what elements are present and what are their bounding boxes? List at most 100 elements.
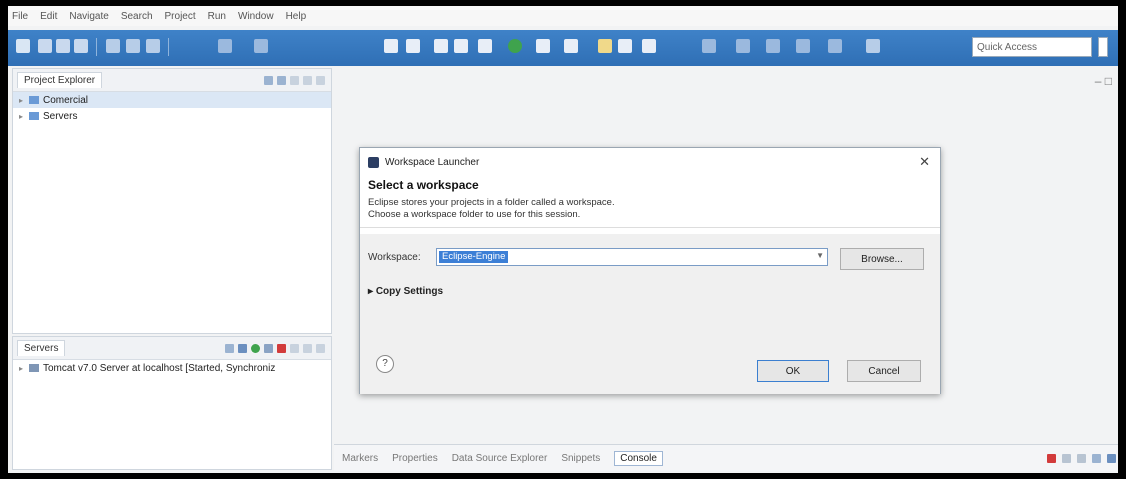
chevron-down-icon[interactable]: ▼ <box>816 251 824 260</box>
nav-back-icon[interactable] <box>218 39 232 53</box>
help-icon[interactable]: ? <box>376 355 394 373</box>
workspace-combo[interactable]: Eclipse-Engine ▼ <box>436 248 828 266</box>
servers-toolbar <box>225 343 331 353</box>
back-icon[interactable] <box>796 39 810 53</box>
server-item[interactable]: ▸ Tomcat v7.0 Server at localhost [Start… <box>13 360 331 376</box>
menu-window[interactable]: Window <box>238 11 274 22</box>
tab-data-source-explorer[interactable]: Data Source Explorer <box>452 453 548 464</box>
quick-access-field[interactable]: Quick Access <box>972 37 1092 57</box>
dialog-description-2: Choose a workspace folder to use for thi… <box>368 209 581 220</box>
maximize-icon[interactable] <box>316 75 325 85</box>
start-server-icon[interactable] <box>251 343 260 353</box>
step-icon[interactable] <box>454 39 468 53</box>
eclipse-logo-icon <box>368 156 379 168</box>
skip-icon[interactable] <box>406 39 420 53</box>
open-folder-icon[interactable] <box>598 39 612 53</box>
tree-item-comercial[interactable]: ▸ Comercial <box>13 92 331 108</box>
link-editor-icon[interactable] <box>277 75 286 85</box>
stop-server-icon[interactable] <box>277 343 286 353</box>
prev-edit-icon[interactable] <box>736 39 750 53</box>
search-icon[interactable] <box>146 39 160 53</box>
dialog-heading: Select a workspace <box>368 178 479 192</box>
browse-button[interactable]: Browse... <box>840 248 924 270</box>
tab-markers[interactable]: Markers <box>342 453 378 464</box>
minimize-icon[interactable] <box>303 75 312 85</box>
menu-bar: File Edit Navigate Search Project Run Wi… <box>8 6 1118 26</box>
menu-run[interactable]: Run <box>208 11 226 22</box>
publish-icon[interactable] <box>290 343 299 353</box>
eclipse-window: File Edit Navigate Search Project Run Wi… <box>8 6 1118 473</box>
pin-icon[interactable] <box>642 39 656 53</box>
debug-run-icon[interactable] <box>478 39 492 53</box>
tab-snippets[interactable]: Snippets <box>561 453 600 464</box>
tab-properties[interactable]: Properties <box>392 453 438 464</box>
run-icon[interactable] <box>508 39 522 53</box>
open-type-icon[interactable] <box>126 39 140 53</box>
menu-search[interactable]: Search <box>121 11 153 22</box>
coverage-icon[interactable] <box>536 39 550 53</box>
annotation-icon[interactable] <box>702 39 716 53</box>
ok-button[interactable]: OK <box>757 360 829 382</box>
bottom-tab-bar: Markers Properties Data Source Explorer … <box>334 444 1118 471</box>
new-server-icon[interactable] <box>618 39 632 53</box>
save-icon[interactable] <box>38 39 52 53</box>
perspective-icon[interactable] <box>866 39 880 53</box>
server-item-label: Tomcat v7.0 Server at localhost [Started… <box>43 362 276 374</box>
print-icon[interactable] <box>74 39 88 53</box>
collapse-all-icon[interactable] <box>264 75 273 85</box>
expand-arrow-icon[interactable]: ▸ <box>19 96 29 105</box>
profile-icon[interactable] <box>264 343 273 353</box>
cancel-button[interactable]: Cancel <box>847 360 921 382</box>
external-tools-icon[interactable] <box>564 39 578 53</box>
project-explorer-view: Project Explorer ▸ Comercial ▸ Servers <box>12 68 332 334</box>
project-folder-icon <box>29 96 39 104</box>
collapse-icon[interactable] <box>225 343 234 353</box>
tree-item-label: Servers <box>43 110 78 122</box>
folder-icon <box>29 112 39 120</box>
expand-arrow-icon[interactable]: ▸ <box>19 112 29 121</box>
tab-project-explorer[interactable]: Project Explorer <box>17 72 103 88</box>
maximize-icon[interactable] <box>316 343 325 353</box>
copy-settings-toggle[interactable]: ▸ Copy Settings <box>368 286 443 297</box>
workspace-value[interactable]: Eclipse-Engine <box>439 251 509 263</box>
toolbar-separator <box>96 38 97 56</box>
servers-view: Servers ▸ Tomcat v7.0 Server at localhos… <box>12 336 332 470</box>
close-icon[interactable]: ✕ <box>919 154 930 170</box>
menu-help[interactable]: Help <box>286 11 307 22</box>
nav-forward-icon[interactable] <box>254 39 268 53</box>
debug-icon[interactable] <box>384 39 398 53</box>
new-icon[interactable] <box>16 39 30 53</box>
view-menu-icon[interactable] <box>290 75 299 85</box>
menu-navigate[interactable]: Navigate <box>69 11 108 22</box>
save-all-icon[interactable] <box>56 39 70 53</box>
minimize-icon[interactable] <box>303 343 312 353</box>
terminate-icon[interactable] <box>1047 453 1056 463</box>
display-console-icon[interactable] <box>1107 453 1116 463</box>
scroll-lock-icon[interactable] <box>1092 453 1101 463</box>
debug-server-icon[interactable] <box>238 343 247 353</box>
project-explorer-header: Project Explorer <box>13 69 331 92</box>
dialog-description-1: Eclipse stores your projects in a folder… <box>368 197 615 208</box>
tree-item-label: Comercial <box>43 94 89 106</box>
copy-settings-label: Copy Settings <box>375 286 444 297</box>
expand-arrow-icon[interactable]: ▸ <box>19 364 29 373</box>
menu-project[interactable]: Project <box>165 11 196 22</box>
toolbar-separator <box>168 38 169 56</box>
next-edit-icon[interactable] <box>766 39 780 53</box>
tree-item-servers[interactable]: ▸ Servers <box>13 108 331 124</box>
forward-icon[interactable] <box>828 39 842 53</box>
tab-servers[interactable]: Servers <box>17 340 66 356</box>
menu-edit[interactable]: Edit <box>40 11 57 22</box>
view-toolbar <box>264 75 331 85</box>
link-icon[interactable] <box>106 39 120 53</box>
tab-console[interactable]: Console <box>614 450 663 466</box>
terminate-icon[interactable] <box>434 39 448 53</box>
minimize-icon[interactable]: – □ <box>1095 74 1112 88</box>
workspace-label: Workspace: <box>368 251 421 263</box>
clear-console-icon[interactable] <box>1077 453 1086 463</box>
remove-launch-icon[interactable] <box>1062 453 1071 463</box>
dialog-titlebar: Workspace Launcher ✕ <box>360 148 940 176</box>
menu-file[interactable]: File <box>12 11 28 22</box>
open-perspective-icon[interactable] <box>1098 37 1108 57</box>
workspace-row: Workspace: Eclipse-Engine ▼ <box>368 248 828 266</box>
